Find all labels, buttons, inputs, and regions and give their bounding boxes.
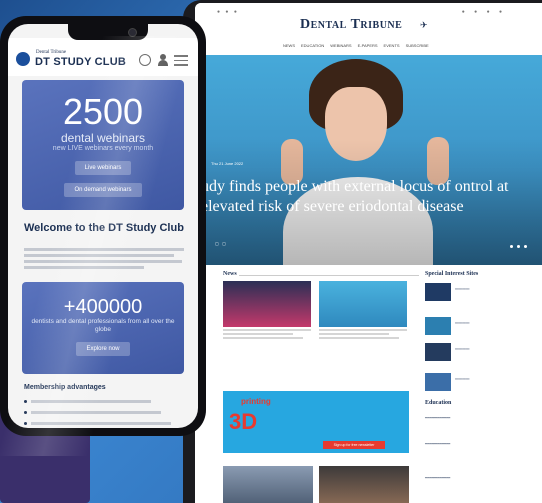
carousel-dots[interactable] xyxy=(510,245,527,248)
education-item[interactable]: ━━━━━━━━━━━━ xyxy=(425,437,517,459)
welcome-paragraph xyxy=(24,248,188,272)
site-label: ━━━━━━━━ xyxy=(455,321,470,325)
nav-item-webinars[interactable]: Webinars xyxy=(330,43,351,48)
3d-printing-banner[interactable]: printing 3D Sign up for free newsletter xyxy=(223,391,409,453)
site-thumbnail xyxy=(425,317,451,335)
special-interest-item[interactable]: ━━━━━━━━ xyxy=(425,317,515,339)
site-thumbnail xyxy=(425,283,451,301)
nav-item-events[interactable]: Events xyxy=(384,43,400,48)
camera-icon xyxy=(128,28,137,37)
site-label: ━━━━━━━━ xyxy=(455,287,470,291)
nav-item-education[interactable]: Education xyxy=(301,43,324,48)
header-tools-right[interactable]: ● ● ● ● xyxy=(462,9,506,15)
banner-small-text: printing xyxy=(241,397,271,406)
webinars-card: 2500 dental webinars new LIVE webinars e… xyxy=(22,80,184,210)
webinar-label: dental webinars xyxy=(60,131,146,145)
membership-list xyxy=(24,398,188,428)
nav-item-subscribe[interactable]: Subscribe xyxy=(406,43,429,48)
study-club-logo[interactable]: DT STUDY CLUB xyxy=(35,56,126,68)
news-image xyxy=(223,281,311,327)
education-item[interactable]: ━━━━━━━━━━━━ xyxy=(425,411,517,433)
main-nav: News Education Webinars E-papers Events … xyxy=(283,43,429,48)
hero-date: Thu 21 June 2022 xyxy=(211,161,244,166)
special-interest-item[interactable]: ━━━━━━━━ xyxy=(425,343,515,365)
tablet-screen: ● ● ● ● ● ● ● Dental Tribune ✈ News Educ… xyxy=(195,3,542,503)
special-interest-item[interactable]: ━━━━━━━━ xyxy=(425,283,515,305)
globe-logo-icon: ✈ xyxy=(420,20,428,30)
site-thumbnail xyxy=(425,343,451,361)
list-item xyxy=(24,409,188,418)
news-section-title: News xyxy=(223,271,237,277)
explore-now-button[interactable]: Explore now xyxy=(76,342,130,356)
globe-icon[interactable] xyxy=(139,54,151,66)
divider xyxy=(239,275,419,276)
phone-header: Dental Tribune DT STUDY CLUB xyxy=(8,38,198,76)
special-interest-item[interactable]: ━━━━━━━━ xyxy=(425,373,515,395)
article-image[interactable] xyxy=(319,466,409,503)
site-label: ━━━━━━━━ xyxy=(455,347,470,351)
logo-top-text: Dental Tribune xyxy=(36,50,67,55)
news-image xyxy=(319,281,407,327)
site-label: ━━━━━━━━ xyxy=(455,377,470,381)
phone-screen: Dental Tribune DT STUDY CLUB 2500 dental… xyxy=(8,24,198,428)
education-item[interactable]: ━━━━━━━━━━━━ xyxy=(425,471,517,493)
newsletter-signup-button[interactable]: Sign up for free newsletter xyxy=(323,441,385,449)
nav-item-news[interactable]: News xyxy=(283,43,295,48)
member-count: +400000 xyxy=(63,296,143,318)
education-section-title: Education xyxy=(425,400,452,406)
tablet-header: ● ● ● ● ● ● ● Dental Tribune ✈ News Educ… xyxy=(195,3,542,55)
hero-shade xyxy=(195,55,542,265)
tablet-device: ● ● ● ● ● ● ● Dental Tribune ✈ News Educ… xyxy=(183,0,542,503)
member-label: dentists and dental professionals from a… xyxy=(31,318,175,333)
education-text: ━━━━━━━━━━━━ xyxy=(425,476,451,480)
webinar-count: 2500 xyxy=(62,91,144,132)
list-item xyxy=(24,398,188,407)
hero-article[interactable]: Thu 21 June 2022 udy finds people with e… xyxy=(195,55,542,265)
list-item xyxy=(24,420,188,428)
dental-tribune-logo[interactable]: Dental Tribune xyxy=(300,17,402,33)
article-image[interactable] xyxy=(223,466,313,503)
nav-item-epapers[interactable]: E-papers xyxy=(358,43,378,48)
news-card[interactable] xyxy=(319,281,407,339)
special-interest-title: Special Interest Sites xyxy=(425,271,479,277)
news-excerpt xyxy=(223,329,311,339)
user-icon[interactable] xyxy=(158,54,168,66)
banner-big-text: 3D xyxy=(229,409,258,434)
on-demand-webinars-button[interactable]: On demand webinars xyxy=(64,183,142,197)
news-excerpt xyxy=(319,329,407,339)
membership-heading: Membership advantages xyxy=(24,384,106,391)
hero-title[interactable]: udy finds people with external locus of … xyxy=(201,177,531,217)
live-webinars-button[interactable]: Live webinars xyxy=(74,161,132,175)
education-text: ━━━━━━━━━━━━ xyxy=(425,416,451,420)
webinar-sublabel: new LIVE webinars every month xyxy=(52,145,154,152)
members-card: +400000 dentists and dental professional… xyxy=(22,282,184,374)
hero-meta: ▢ ▢ xyxy=(215,241,226,246)
education-text: ━━━━━━━━━━━━ xyxy=(425,442,451,446)
dt-logo-icon xyxy=(16,52,30,66)
news-card[interactable] xyxy=(223,281,311,339)
hamburger-menu-icon[interactable] xyxy=(174,55,188,66)
site-thumbnail xyxy=(425,373,451,391)
welcome-heading: Welcome to the DT Study Club xyxy=(24,222,184,234)
header-tools-left[interactable]: ● ● ● xyxy=(217,9,239,15)
phone-device: Dental Tribune DT STUDY CLUB 2500 dental… xyxy=(0,16,206,456)
